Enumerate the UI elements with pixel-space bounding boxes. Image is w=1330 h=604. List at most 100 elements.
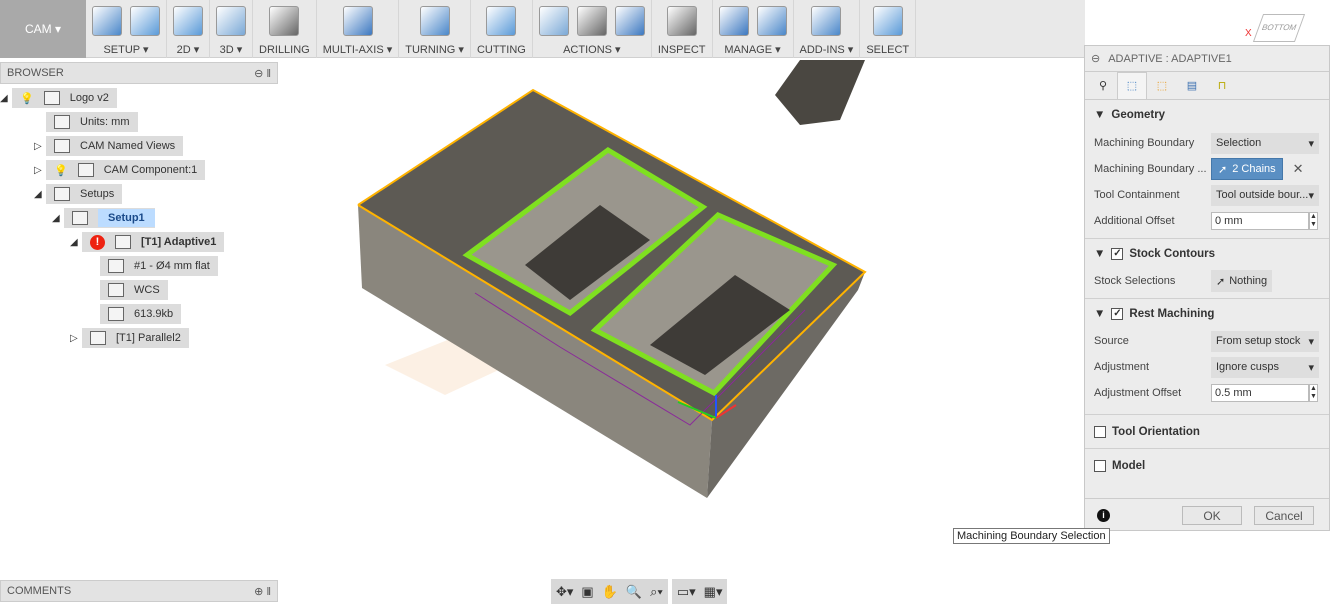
turning-icon[interactable] — [419, 6, 450, 36]
tab-linking[interactable]: ⊓ — [1207, 72, 1237, 99]
tree-item-label: 613.9kb — [134, 308, 174, 320]
tool-orientation-checkbox[interactable] — [1094, 425, 1106, 438]
comments-panel[interactable]: COMMENTS ⊕ ‖ — [0, 580, 278, 602]
toolbar-group[interactable]: CUTTING — [471, 0, 533, 58]
simulate-icon[interactable] — [538, 6, 569, 36]
add-comment-icon[interactable]: ⊕ ‖ — [254, 585, 271, 598]
axis-x-label: X — [1245, 28, 1252, 39]
expand-toggle-icon[interactable]: ◢ — [0, 93, 12, 104]
stock-contours-checkbox[interactable]: ✓ — [1111, 247, 1124, 260]
select-icon[interactable] — [872, 6, 903, 36]
tree-item[interactable]: WCS — [88, 280, 168, 300]
tab-passes[interactable]: ▤ — [1177, 72, 1207, 99]
section-title: Rest Machining — [1129, 307, 1215, 320]
adjustment-offset-input[interactable]: 0.5 mm — [1211, 384, 1309, 402]
zoom-icon[interactable]: 🔍 — [626, 584, 642, 600]
tab-heights[interactable]: ⬚ — [1147, 72, 1177, 99]
expand-toggle-icon[interactable]: ◢ — [34, 189, 46, 200]
stock-selection-button[interactable]: ➚ Nothing — [1211, 270, 1273, 292]
drill-icon[interactable] — [269, 6, 300, 36]
toolbar-group-label: MANAGE ▾ — [724, 44, 781, 56]
expand-toggle-icon[interactable]: ▷ — [70, 333, 82, 344]
tool-library-icon[interactable] — [718, 6, 749, 36]
expand-toggle-icon[interactable]: ▷ — [34, 141, 46, 152]
collapse-icon[interactable]: ⊖ — [1091, 52, 1100, 65]
toolbar-group[interactable]: 3D ▾ — [210, 0, 253, 58]
orbit-icon[interactable]: ✥▾ — [556, 584, 573, 600]
tree-item-label: WCS — [134, 284, 160, 296]
viewcube[interactable]: BOTTOM X — [1240, 10, 1306, 45]
look-at-icon[interactable]: ▣ — [581, 584, 593, 600]
toolbar-group[interactable]: MULTI-AXIS ▾ — [317, 0, 400, 58]
visibility-bulb-icon[interactable]: 💡 — [20, 92, 34, 105]
clear-selection-icon[interactable]: ✕ — [1293, 161, 1304, 177]
tree-item[interactable]: ▷ [T1] Parallel2 — [70, 328, 189, 348]
expand-toggle-icon[interactable]: ▷ — [34, 165, 46, 176]
cancel-button[interactable]: Cancel — [1254, 506, 1314, 525]
toolbar-group[interactable]: ACTIONS ▾ — [533, 0, 652, 58]
setup-icon[interactable] — [92, 6, 122, 36]
setup-sheet-icon[interactable] — [614, 6, 645, 36]
tab-geometry[interactable]: ⬚ — [1117, 72, 1147, 99]
toolbar-group[interactable]: SETUP ▾ — [86, 0, 167, 58]
tree-item[interactable]: Units: mm — [34, 112, 138, 132]
geometry-section[interactable]: ▼ Geometry — [1085, 100, 1329, 130]
stock-contours-section[interactable]: ▼ ✓ Stock Contours — [1085, 238, 1329, 268]
tree-item[interactable]: ◢ Setups — [34, 184, 123, 204]
toolbar-group[interactable]: MANAGE ▾ — [713, 0, 794, 58]
adjustment-select[interactable]: Ignore cusps ▾ — [1211, 356, 1319, 378]
tree-item-label: [T1] Parallel2 — [116, 332, 181, 344]
additional-offset-input[interactable]: 0 mm — [1211, 212, 1309, 230]
toolbar-group[interactable]: SELECT — [860, 0, 917, 58]
tab-tool[interactable]: ⚲ — [1089, 72, 1117, 99]
grid-icon[interactable]: ▦▾ — [704, 584, 723, 600]
tree-item[interactable]: 613.9kb — [88, 304, 182, 324]
collapse-icon[interactable]: ⊖ ‖ — [254, 67, 271, 80]
expand-toggle-icon[interactable]: ◢ — [70, 237, 82, 248]
tree-item[interactable]: ◢ 💡 Logo v2 — [0, 88, 117, 108]
toolbar-group[interactable]: DRILLING — [253, 0, 317, 58]
tree-item[interactable]: ▷ CAM Named Views — [34, 136, 184, 156]
toolbar-group[interactable]: 2D ▾ — [167, 0, 210, 58]
wcs-icon — [108, 283, 124, 297]
adaptive-icon — [115, 235, 131, 249]
measure-icon[interactable] — [666, 6, 697, 36]
spinner-icon[interactable]: ▲ ▼ — [1309, 384, 1318, 402]
rest-machining-checkbox[interactable]: ✓ — [1111, 307, 1124, 320]
model-canvas[interactable] — [280, 58, 1084, 578]
boundary-selection-button[interactable]: ➚ 2 Chains — [1211, 158, 1283, 180]
tool-containment-select[interactable]: Tool outside bour... ▾ — [1211, 184, 1319, 206]
tree-item[interactable]: ◢! [T1] Adaptive1 — [70, 232, 225, 252]
ok-button[interactable]: OK — [1182, 506, 1242, 525]
display-settings-icon[interactable]: ▭▾ — [677, 584, 696, 600]
toolbar-group[interactable]: ADD-INS ▾ — [794, 0, 861, 58]
visibility-bulb-icon[interactable]: 💡 — [54, 164, 68, 177]
rest-machining-section[interactable]: ▼ ✓ Rest Machining — [1085, 298, 1329, 328]
model-section[interactable]: Model — [1085, 448, 1329, 482]
field-label: Adjustment — [1094, 361, 1150, 373]
workspace-switcher[interactable]: CAM ▾ — [0, 0, 86, 58]
fit-icon[interactable]: ⌕▾ — [650, 584, 663, 600]
tree-item[interactable]: #1 - Ø4 mm flat — [88, 256, 218, 276]
template-icon[interactable] — [756, 6, 787, 36]
setup-sheet-icon[interactable] — [130, 6, 160, 36]
source-select[interactable]: From setup stock ▾ — [1211, 330, 1319, 352]
expand-toggle-icon[interactable]: ◢ — [52, 213, 64, 224]
tree-item[interactable]: ▷ 💡 CAM Component:1 — [34, 160, 206, 180]
pan-icon[interactable]: ✋ — [602, 584, 618, 600]
3d-viewport[interactable] — [280, 58, 1084, 578]
3d-adaptive-icon[interactable] — [216, 6, 246, 36]
info-icon[interactable]: i — [1097, 509, 1110, 522]
2d-pocket-icon[interactable] — [173, 6, 203, 36]
scripts-icon[interactable] — [811, 6, 842, 36]
multi-axis-icon[interactable] — [342, 6, 373, 36]
tree-item[interactable]: ◢ Setup1 — [52, 208, 155, 228]
spinner-icon[interactable]: ▲ ▼ — [1309, 212, 1318, 230]
tool-orientation-section[interactable]: Tool Orientation — [1085, 414, 1329, 448]
post-process-icon[interactable] — [576, 6, 607, 36]
machining-boundary-select[interactable]: Selection ▾ — [1211, 132, 1319, 154]
model-checkbox[interactable] — [1094, 459, 1106, 472]
toolbar-group[interactable]: INSPECT — [652, 0, 713, 58]
toolbar-group[interactable]: TURNING ▾ — [399, 0, 471, 58]
cutting-icon[interactable] — [486, 6, 517, 36]
